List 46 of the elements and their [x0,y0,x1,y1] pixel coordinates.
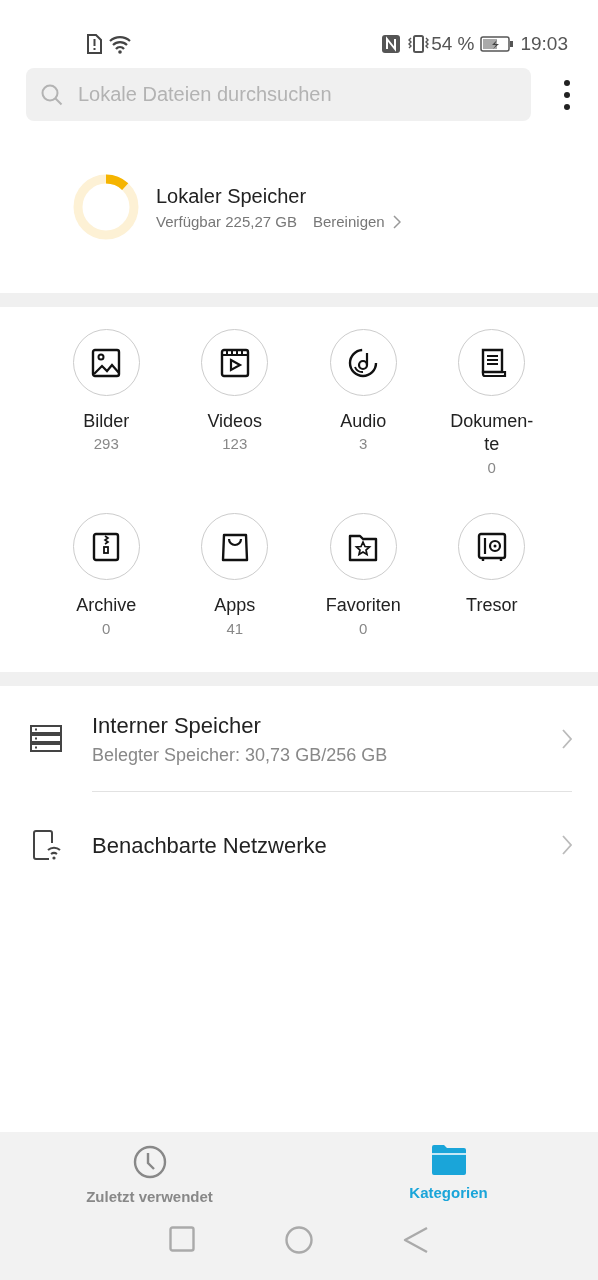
available-space: Verfügbar 225,27 GB [156,211,297,232]
battery-icon [480,35,515,53]
clock-icon [131,1144,168,1180]
wifi-icon [108,34,132,54]
clean-up-link[interactable]: Bereinigen [312,210,401,234]
location-title: Interner Speicher [92,711,262,740]
location-item[interactable]: Interner Speicher Belegter Speicher: 30,73 GB/256 GB [0,686,598,792]
item-count: 123 [222,434,248,455]
safe-icon [475,530,508,563]
nfc-icon [381,34,402,54]
category-label: Videos [206,410,264,433]
storage-ring [72,173,140,241]
bottom-tab[interactable]: Kategorien [299,1132,598,1210]
category-label: Apps [213,594,257,618]
sim-alert-icon [86,34,102,54]
chevron-icon [562,835,572,855]
clock: 19:03 [520,31,568,56]
location-item[interactable]: Benachbarte Netzwerke [0,792,598,898]
chevron-icon [562,728,572,749]
category-label: Tresor [465,594,519,618]
storage-title: Lokaler Speicher [156,183,308,209]
item-count: 0 [359,618,368,639]
music-disc-icon [347,346,380,379]
search-field[interactable]: Lokale Dateien durchsuchen [26,68,531,121]
category-label: Audio [339,410,388,433]
item-count: 3 [359,434,368,455]
search-icon [40,83,64,107]
vibrate-icon [407,34,430,54]
category-label: Archive [75,594,138,618]
item-count: 293 [93,434,119,455]
chevron-icon [392,215,401,229]
server-icon [29,723,63,755]
item-count: 0 [102,618,111,639]
category-label: Dokumen-te [449,410,535,457]
battery-percent: 54 % [431,31,475,56]
location-subtitle: Belegter Speicher: 30,73 GB/256 GB [92,743,389,767]
picture-icon [90,346,123,379]
location-title: Benachbarte Netzwerke [92,831,328,860]
bottom-tab[interactable]: Zuletzt verwendet [0,1132,299,1210]
category-label: Bilder [82,410,131,433]
folder-icon [430,1144,467,1176]
video-icon [218,346,251,379]
more-icon[interactable] [563,78,571,111]
item-count: 0 [487,457,496,478]
category-label: Favoriten [324,594,402,618]
item-count: 41 [226,618,244,639]
